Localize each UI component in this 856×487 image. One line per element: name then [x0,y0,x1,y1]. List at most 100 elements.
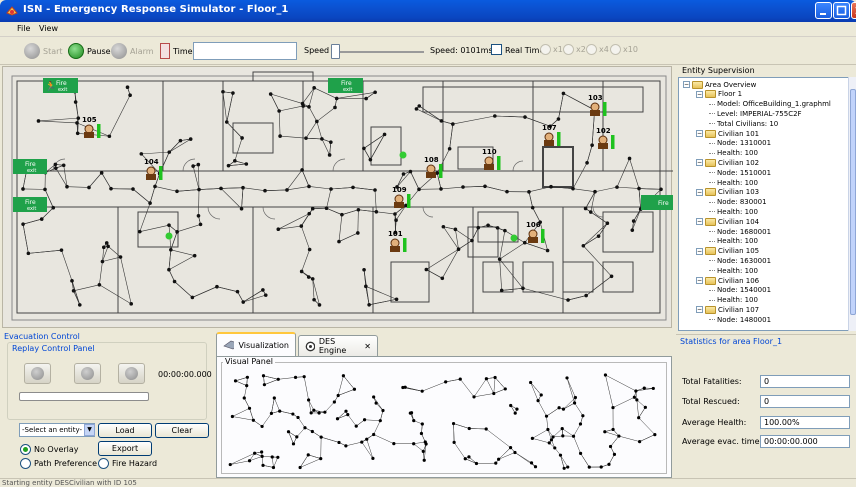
stat-field-evac-time[interactable]: 00:00:00.000 [760,435,850,448]
start-button[interactable]: Start [24,42,63,60]
speed-x1-radio[interactable]: x1 [540,44,563,55]
tab-des-engine[interactable]: DES Engine ✕ [298,335,378,356]
realtime-checkbox[interactable] [491,44,502,55]
speed-x2-radio[interactable]: x2 [563,44,586,55]
path-preference-radio[interactable]: Path Preference [20,458,97,469]
replay-progress-bar[interactable] [19,392,149,401]
tree-toggle-icon[interactable]: − [696,130,703,137]
tree-leaf-node[interactable]: Node: 1540001 [709,286,771,295]
tree-leaf-node[interactable]: Health: 100 [709,178,758,187]
visual-edge [278,377,296,380]
load-button[interactable]: Load [98,423,152,438]
visual-panel[interactable] [221,362,667,474]
replay-stop-button[interactable] [118,363,145,384]
export-button[interactable]: Export [98,441,152,456]
graph-node [100,259,105,264]
tree-folder-node[interactable]: − Civilian 106 [696,276,759,285]
tree-toggle-icon[interactable]: − [683,81,690,88]
tree-toggle-icon[interactable]: − [696,277,703,284]
tree-folder-node[interactable]: − Civilian 102 [696,158,759,167]
graph-edge [101,172,112,189]
tree-folder-node[interactable]: − Civilian 101 [696,129,759,138]
clear-button[interactable]: Clear [155,423,209,438]
tree-node-label: Total Civilians: 10 [717,119,779,128]
stat-field-fatalities[interactable]: 0 [760,375,850,388]
visual-node [233,379,238,383]
tree-scrollbar[interactable] [848,77,856,331]
menu-file[interactable]: File [17,24,30,33]
speed-slider-track[interactable] [332,51,424,53]
tree-toggle-icon[interactable]: − [696,159,703,167]
stat-field-health[interactable]: 100.00% [760,416,850,429]
tree-toggle-icon[interactable]: − [696,188,703,196]
fire-hazard-radio[interactable]: Fire Hazard [98,458,157,469]
replay-pause-button[interactable] [74,363,101,384]
replay-play-button[interactable] [24,363,51,384]
floor-map[interactable]: Fire exit 🏃 Fire exit Fire exit Fire exi… [2,66,673,329]
visual-edge [297,417,306,428]
graph-edge [616,158,630,188]
minimize-button[interactable] [815,2,832,19]
entity-tree[interactable]: − Area Overview − Floor 1 Model: OfficeBuild… [678,77,850,331]
tree-toggle-icon[interactable]: − [696,247,703,255]
stat-label-fatalities: Total Fatalities: [682,377,742,386]
alarm-button[interactable]: Alarm [111,42,154,60]
visual-edge [244,397,250,409]
tab-visualization[interactable]: Visualization [216,332,296,356]
tree-toggle-icon[interactable]: − [696,306,703,314]
graph-edge [192,165,200,190]
tree-folder-node[interactable]: − Area Overview [683,80,756,89]
graph-node [167,267,171,272]
folder-icon [705,188,716,197]
graph-edge [220,187,244,189]
tree-folder-node[interactable]: − Civilian 104 [696,217,759,226]
tree-folder-node[interactable]: − Civilian 107 [696,305,759,314]
stat-field-rescued[interactable]: 0 [760,395,850,408]
tab-close-icon[interactable]: ✕ [364,342,371,351]
close-button[interactable] [851,2,856,19]
visual-node [653,432,657,437]
tree-toggle-icon[interactable]: − [696,218,703,226]
speed-slider-handle[interactable] [331,44,340,59]
maximize-button[interactable] [833,2,850,19]
tree-leaf-node[interactable]: Health: 100 [709,149,758,158]
tree-leaf-node[interactable]: Node: 1480001 [709,315,771,324]
pause-button[interactable]: Pause [68,42,111,60]
tree-folder-node[interactable]: − Civilian 103 [696,188,759,197]
tree-leaf-node[interactable]: Node: 1510001 [709,168,771,177]
visual-graph-canvas[interactable] [224,369,664,473]
time-field[interactable] [193,42,297,60]
tree-leaf-node[interactable]: Node: 1310001 [709,139,771,148]
tree-leaf-node[interactable]: Health: 100 [709,266,758,275]
speed-x4-radio[interactable]: x4 [586,44,609,55]
tree-folder-node[interactable]: − Civilian 105 [696,247,759,256]
tree-node-label: Node: 830001 [717,198,767,207]
visual-edge [366,439,374,459]
visual-edge [546,407,560,417]
visual-edge [345,441,362,447]
graph-edge [363,148,371,160]
no-overlay-radio[interactable]: No Overlay [20,444,79,455]
chevron-down-icon[interactable]: ▼ [84,424,95,436]
graph-edge [494,115,526,118]
tree-node-label: Health: 100 [717,178,758,187]
tree-leaf-node[interactable]: Node: 830001 [709,198,767,207]
floor-plan-canvas[interactable]: Fire exit 🏃 Fire exit Fire exit Fire exi… [3,67,673,329]
visual-node [529,380,533,385]
tree-leaf-node[interactable]: Node: 1630001 [709,256,771,265]
tree-leaf-node[interactable]: Total Civilians: 10 [709,119,778,128]
graph-node [61,163,66,168]
tree-folder-node[interactable]: − Floor 1 [696,90,742,99]
tree-toggle-icon[interactable]: − [696,90,703,98]
tree-leaf-node[interactable]: Model: OfficeBuilding_1.graphml [709,100,831,109]
tree-leaf-node[interactable]: Health: 100 [709,207,758,216]
tree-leaf-node[interactable]: Node: 1680001 [709,227,771,236]
tree-leaf-node[interactable]: Health: 100 [709,237,758,246]
visual-edge [273,457,279,468]
tree-leaf-node[interactable]: Health: 100 [709,296,758,305]
tree-leaf-node[interactable]: Level: IMPERIAL-755C2F [709,109,802,118]
speed-x10-radio[interactable]: x10 [610,44,638,55]
alarm-icon [111,43,127,59]
menu-view[interactable]: View [39,24,58,33]
tree-scroll-thumb[interactable] [850,89,856,315]
